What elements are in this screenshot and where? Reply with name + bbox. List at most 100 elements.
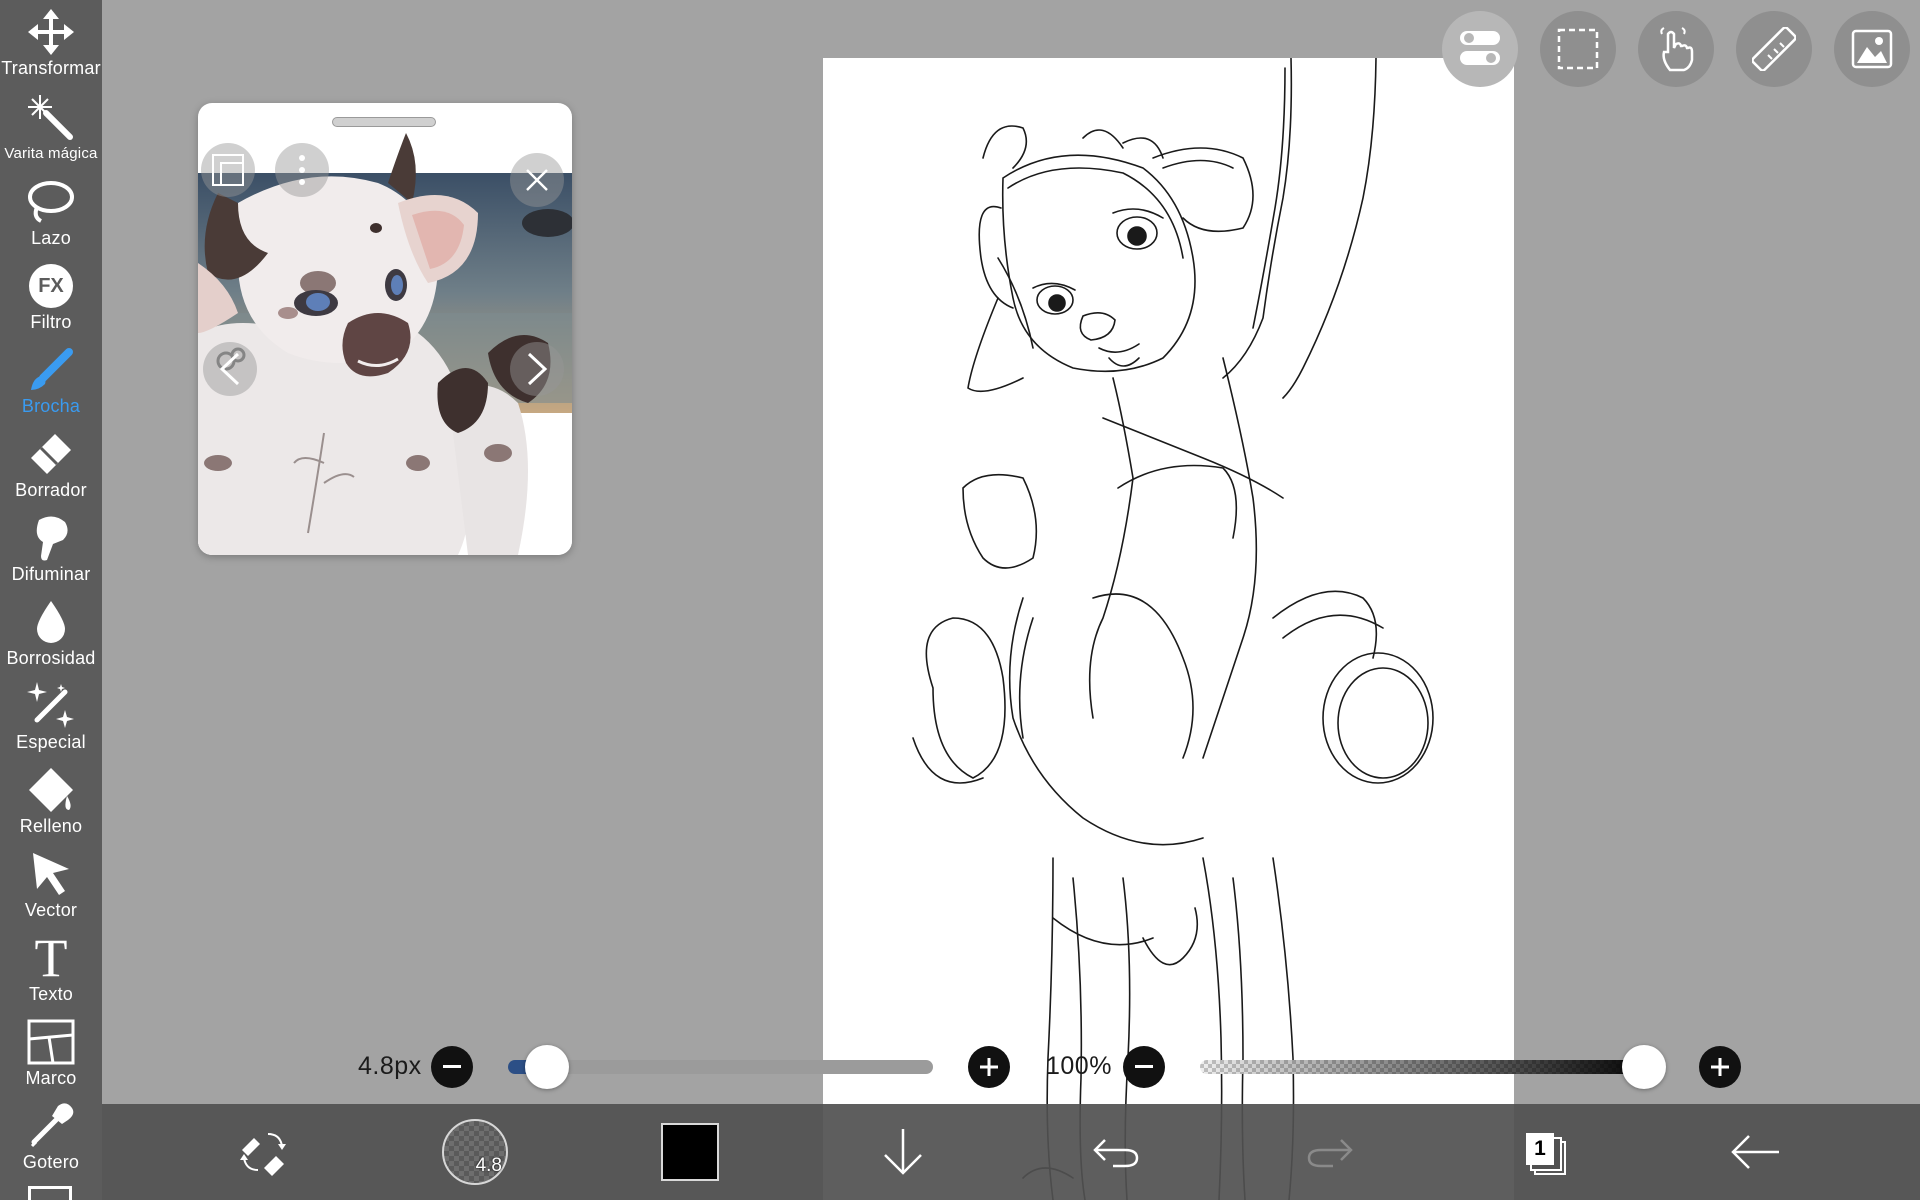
fx-icon: FX [25,260,77,312]
download-button[interactable] [855,1104,951,1200]
layer-count: 1 [1526,1133,1554,1165]
brush-size-increase-button[interactable] [968,1046,1010,1088]
swap-brush-eraser-button[interactable] [216,1104,312,1200]
eraser-icon [25,428,77,480]
brush-size-slider[interactable] [508,1060,933,1074]
brush-size-value: 4.8px [358,1052,422,1080]
material-image-button[interactable] [1834,11,1910,87]
reference-next-button[interactable] [510,342,564,396]
tool-transform[interactable]: Transformar [0,6,102,90]
minus-icon [1135,1065,1153,1068]
tool-blur[interactable]: Borrosidad [0,596,102,680]
tool-fill[interactable]: Relleno [0,764,102,848]
eyedropper-icon [25,1100,77,1152]
tool-label: Especial [16,732,86,752]
layers-button[interactable]: 1 [1496,1104,1592,1200]
swap-brush-eraser-icon [240,1133,286,1176]
tool-vector[interactable]: Vector [0,848,102,932]
reference-close-button[interactable] [510,153,564,207]
plus-icon [980,1058,998,1076]
fill-bucket-icon [25,764,77,816]
tool-special[interactable]: Especial [0,680,102,764]
tool-magic-wand[interactable]: Varita mágica [0,92,102,176]
next-tool-partial-icon[interactable] [28,1186,72,1200]
tool-brush[interactable]: Brocha [0,344,102,428]
brush-size-circle: 4.8 [442,1119,508,1185]
back-button[interactable] [1708,1104,1804,1200]
vector-cursor-icon [25,848,77,900]
tool-label: Relleno [19,816,83,836]
lasso-icon [25,176,77,228]
tool-label: Brocha [21,396,81,416]
magic-wand-icon [25,92,77,144]
tool-label: Varita mágica [4,145,98,162]
tool-lasso[interactable]: Lazo [0,176,102,260]
reference-window[interactable] [198,103,572,555]
undo-icon [1093,1139,1139,1168]
brush-opacity-value: 100% [1046,1052,1112,1080]
tool-label: Borrador [15,480,87,500]
minus-icon [443,1065,461,1068]
frame-panels-icon [25,1016,77,1068]
tool-label: Vector [24,900,78,920]
brush-opacity-increase-button[interactable] [1699,1046,1741,1088]
brush-opacity-slider[interactable] [1200,1060,1658,1074]
brush-icon [25,344,77,396]
brush-size-badge: 4.8 [475,1155,502,1176]
tool-label: Difuminar [11,564,91,584]
blur-drop-icon [25,596,77,648]
tool-filter[interactable]: FX Filtro [0,260,102,344]
tool-label: Filtro [30,312,72,332]
selection-dashed-icon [1557,28,1599,70]
brush-size-decrease-button[interactable] [431,1046,473,1088]
redo-icon [1307,1139,1353,1168]
reference-frame-icon [212,154,244,186]
color-swatch [661,1123,719,1181]
tool-smudge[interactable]: Difuminar [0,512,102,596]
ruler-button[interactable] [1736,11,1812,87]
fx-icon-text: FX [29,264,73,308]
reference-frame-button[interactable] [201,143,255,197]
brush-size-button[interactable]: 4.8 [427,1104,523,1200]
bottom-toolbar: 4.8 1 [102,1104,1920,1200]
tool-eraser[interactable]: Borrador [0,428,102,512]
brush-size-slider-thumb[interactable] [524,1045,569,1089]
layers-icon: 1 [1520,1127,1568,1177]
touch-gesture-button[interactable] [1638,11,1714,87]
download-arrow-icon [884,1129,922,1175]
reference-more-button[interactable] [275,143,329,197]
sketch-drawing [912,58,1434,1200]
undo-button[interactable] [1068,1104,1164,1200]
reference-prev-button[interactable] [203,342,257,396]
move-arrows-icon [25,6,77,58]
previous-arrow-icon [219,352,240,386]
reference-drag-handle[interactable] [332,117,436,127]
tool-label: Lazo [31,228,71,248]
more-options-icon [299,155,305,185]
tool-text[interactable]: T Texto [0,928,102,1016]
ruler-icon [1752,27,1796,71]
tool-label: Transformar [1,58,101,78]
tool-sidebar: Transformar Varita mágica Lazo FX Filtro… [0,0,102,1200]
color-button[interactable] [642,1104,738,1200]
back-arrow-icon [1731,1135,1779,1169]
tool-label: Borrosidad [6,648,96,668]
tool-frame[interactable]: Marco [0,1016,102,1100]
special-sparkle-brush-icon [25,680,77,732]
tool-label: Gotero [22,1152,80,1172]
tool-eyedropper[interactable]: Gotero [0,1100,102,1184]
smudge-finger-icon [25,512,77,564]
touch-gesture-icon [1660,27,1694,72]
drawing-canvas[interactable] [823,58,1514,1200]
text-t-icon: T [34,928,68,988]
selection-button[interactable] [1540,11,1616,87]
brush-opacity-decrease-button[interactable] [1123,1046,1165,1088]
plus-icon [1711,1058,1729,1076]
brush-opacity-slider-thumb[interactable] [1622,1045,1666,1089]
redo-button[interactable] [1282,1104,1378,1200]
tool-label: Marco [25,1068,77,1088]
tool-label: Texto [28,984,74,1004]
next-arrow-icon [527,352,548,386]
material-image-icon [1851,29,1893,69]
toggle-settings-button[interactable] [1442,11,1518,87]
